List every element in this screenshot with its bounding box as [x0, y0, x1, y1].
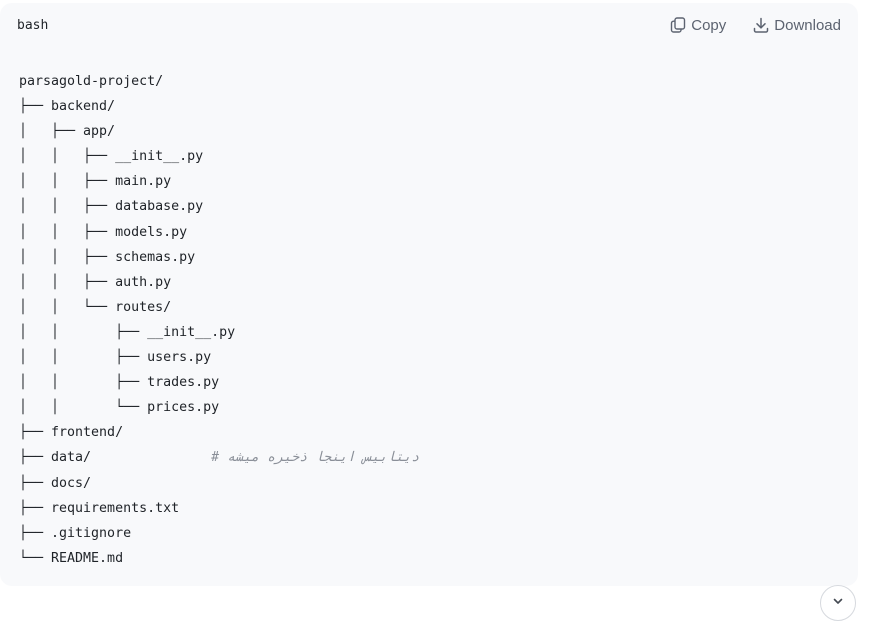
code-text: ├── requirements.txt	[19, 500, 180, 516]
code-text: ├── .gitignore	[19, 525, 132, 541]
code-line: ├── requirements.txt	[19, 496, 419, 521]
code-line: ├── docs/	[19, 471, 419, 496]
code-text: │ │ ├── auth.py	[19, 274, 172, 290]
code-text: ├── backend/	[19, 99, 116, 115]
code-block: bash Copy Download parsagold-project/ ├─…	[0, 3, 858, 586]
code-line: │ │ ├── database.py	[19, 194, 419, 219]
code-actions: Copy Download	[669, 16, 841, 34]
language-label: bash	[17, 18, 49, 33]
code-text: └── README.md	[19, 550, 124, 566]
code-text: ├── data/	[19, 450, 92, 466]
code-block-header: bash Copy Download	[0, 3, 858, 49]
code-text: │ │ ├── __init__.py	[19, 324, 236, 340]
download-button[interactable]: Download	[752, 16, 841, 34]
code-text: │ │ ├── database.py	[19, 199, 204, 215]
code-line: parsagold-project/	[19, 69, 419, 94]
code-text: parsagold-project/	[19, 74, 164, 89]
code-content: parsagold-project/ ├── backend/ │ ├── app/…	[19, 69, 419, 571]
code-line: ├── frontend/	[19, 420, 419, 445]
code-line: ├── backend/	[19, 94, 419, 119]
code-line: │ │ ├── __init__.py	[19, 144, 419, 169]
code-text: ├── frontend/	[19, 425, 124, 441]
code-line: │ │ ├── auth.py	[19, 270, 419, 295]
code-line: │ │ ├── schemas.py	[19, 245, 419, 270]
code-text: │ │ ├── __init__.py	[19, 149, 204, 165]
code-line: ├── .gitignore	[19, 521, 419, 546]
chevron-down-icon	[832, 595, 844, 607]
code-text: │ │ ├── main.py	[19, 174, 172, 190]
copy-label: Copy	[691, 16, 727, 34]
code-comment: # دیتابیس اینجا ذخیره میشه	[91, 450, 420, 466]
code-line: └── README.md	[19, 546, 419, 571]
code-line: │ │ ├── models.py	[19, 220, 419, 245]
code-text: │ │ ├── users.py	[19, 350, 212, 366]
code-text: │ │ ├── trades.py	[19, 375, 220, 391]
code-line: │ ├── app/	[19, 119, 419, 144]
code-line: │ │ ├── trades.py	[19, 370, 419, 395]
code-line: │ │ ├── __init__.py	[19, 320, 419, 345]
code-text: │ │ └── routes/	[19, 299, 172, 315]
copy-button[interactable]: Copy	[669, 16, 726, 34]
code-line: │ │ ├── users.py	[19, 345, 419, 370]
code-text: │ │ ├── schemas.py	[19, 249, 196, 265]
code-text: │ ├── app/	[19, 124, 116, 140]
code-text: ├── docs/	[19, 475, 92, 491]
code-line: │ │ └── prices.py	[19, 395, 419, 420]
download-icon	[752, 16, 770, 34]
scroll-down-button[interactable]	[820, 585, 856, 621]
download-label: Download	[774, 16, 841, 34]
code-text: │ │ ├── models.py	[19, 224, 188, 240]
code-line: ├── data/ # دیتابیس اینجا ذخیره میشه	[19, 445, 419, 470]
code-line: │ │ └── routes/	[19, 295, 419, 320]
copy-icon	[669, 16, 687, 34]
code-line: │ │ ├── main.py	[19, 169, 419, 194]
code-text: │ │ └── prices.py	[19, 400, 220, 416]
